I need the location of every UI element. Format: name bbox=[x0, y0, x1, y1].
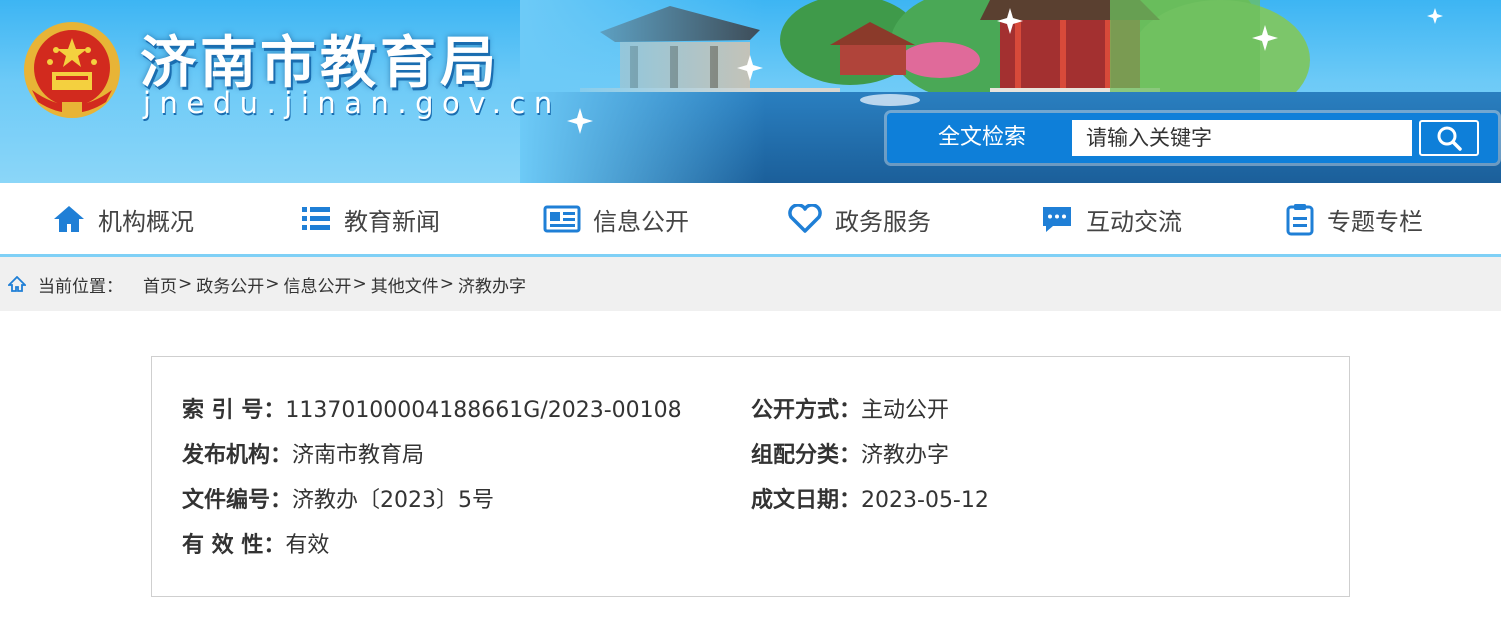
info-row-index: 索 引 号：11370100004188661G/2023-00108 bbox=[182, 396, 682, 426]
nav-label: 教育新闻 bbox=[344, 207, 440, 236]
breadcrumb-link-government[interactable]: 政务公开 bbox=[196, 272, 264, 297]
nav-item-topics[interactable]: 专题专栏 bbox=[1285, 183, 1423, 255]
info-value: 济教办字 bbox=[861, 443, 950, 468]
info-value: 有效 bbox=[285, 533, 330, 558]
info-row-validity: 有 效 性：有效 bbox=[182, 531, 329, 561]
chat-icon bbox=[1043, 207, 1071, 232]
main-nav: 机构概况 教育新闻 信息公开 政务服务 互动交流 专题专栏 bbox=[0, 183, 1501, 257]
nav-item-disclosure[interactable]: 信息公开 bbox=[543, 183, 689, 255]
location-home-icon bbox=[8, 276, 26, 292]
info-value: 济教办〔2023〕5号 bbox=[292, 488, 495, 513]
search-icon bbox=[1437, 126, 1462, 151]
document-info-box: 索 引 号：11370100004188661G/2023-00108 发布机构… bbox=[151, 356, 1350, 597]
national-emblem-icon bbox=[24, 22, 120, 118]
info-key: 发布机构： bbox=[182, 443, 293, 468]
info-value: 主动公开 bbox=[861, 398, 950, 423]
breadcrumb-label: 当前位置： bbox=[38, 276, 123, 297]
list-icon bbox=[302, 207, 330, 230]
nav-label: 机构概况 bbox=[98, 207, 194, 236]
info-value: 2023-05-12 bbox=[861, 488, 989, 513]
breadcrumb-link-category[interactable]: 济教办字 bbox=[458, 272, 526, 297]
search-bar: 全文检索 bbox=[887, 113, 1498, 163]
newspaper-icon bbox=[543, 205, 581, 233]
info-row-category: 组配分类：济教办字 bbox=[751, 441, 949, 471]
info-key: 索 引 号： bbox=[182, 398, 286, 423]
site-domain: jnedu.jinan.gov.cn bbox=[143, 86, 561, 120]
nav-item-organization[interactable]: 机构概况 bbox=[52, 183, 194, 255]
heart-icon bbox=[788, 204, 822, 233]
nav-label: 信息公开 bbox=[593, 207, 689, 236]
info-row-date: 成文日期：2023-05-12 bbox=[751, 486, 989, 516]
info-key: 有 效 性： bbox=[182, 533, 286, 558]
info-row-doc-number: 文件编号：济教办〔2023〕5号 bbox=[182, 486, 494, 516]
info-key: 成文日期： bbox=[751, 488, 862, 513]
clipboard-icon bbox=[1286, 204, 1314, 236]
nav-item-services[interactable]: 政务服务 bbox=[787, 183, 931, 255]
info-value: 11370100004188661G/2023-00108 bbox=[285, 398, 682, 423]
breadcrumb: 当前位置： 首页 > 政务公开 > 信息公开 > 其他文件 > 济教办字 bbox=[8, 257, 526, 311]
nav-label: 专题专栏 bbox=[1327, 207, 1423, 236]
info-value: 济南市教育局 bbox=[292, 443, 425, 468]
breadcrumb-link-other-files[interactable]: 其他文件 bbox=[371, 272, 439, 297]
nav-item-news[interactable]: 教育新闻 bbox=[300, 183, 440, 255]
search-input[interactable] bbox=[1072, 120, 1412, 156]
info-row-publisher: 发布机构：济南市教育局 bbox=[182, 441, 424, 471]
breadcrumb-link-disclosure[interactable]: 信息公开 bbox=[284, 272, 352, 297]
breadcrumb-link-home[interactable]: 首页 bbox=[143, 272, 177, 297]
breadcrumb-bar: 当前位置： 首页 > 政务公开 > 信息公开 > 其他文件 > 济教办字 bbox=[0, 257, 1501, 311]
info-key: 公开方式： bbox=[751, 398, 862, 423]
nav-item-interaction[interactable]: 互动交流 bbox=[1040, 183, 1182, 255]
info-row-disclosure-mode: 公开方式：主动公开 bbox=[751, 396, 949, 426]
search-button[interactable] bbox=[1419, 120, 1479, 156]
nav-label: 互动交流 bbox=[1086, 207, 1182, 236]
info-key: 组配分类： bbox=[751, 443, 862, 468]
search-label: 全文检索 bbox=[937, 125, 1026, 150]
nav-label: 政务服务 bbox=[835, 207, 931, 236]
home-icon bbox=[54, 206, 84, 232]
site-header: 济南市教育局 jnedu.jinan.gov.cn 全文检索 bbox=[0, 0, 1501, 183]
info-key: 文件编号： bbox=[182, 488, 293, 513]
